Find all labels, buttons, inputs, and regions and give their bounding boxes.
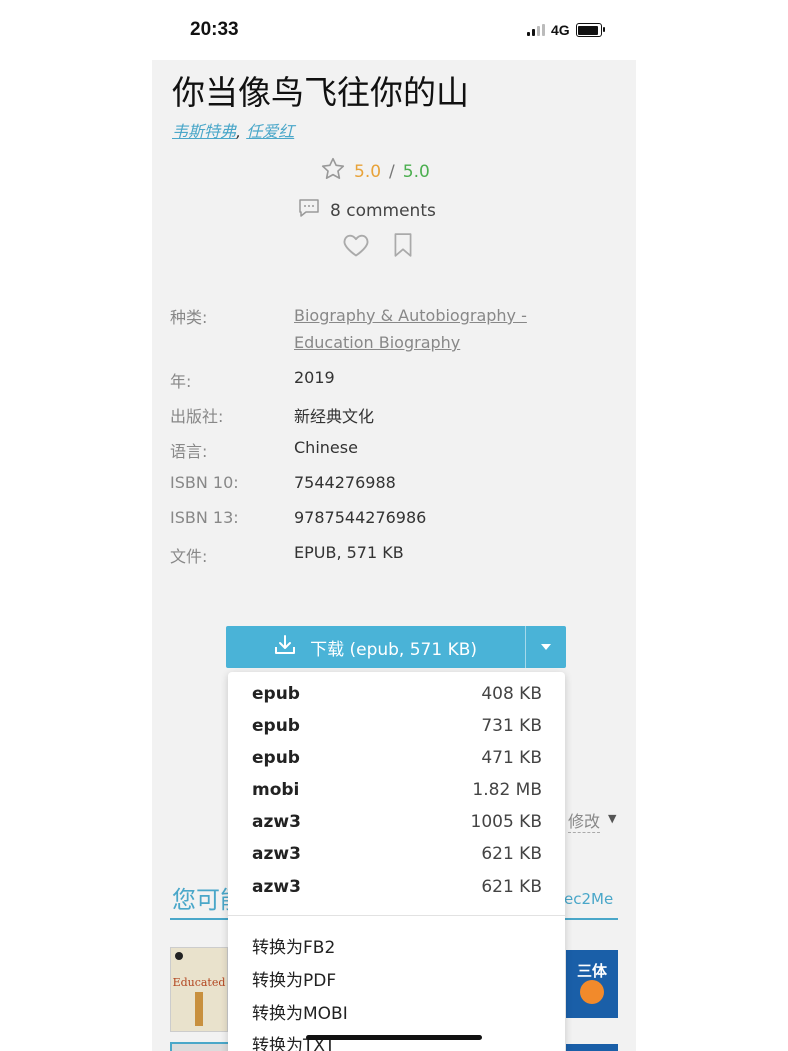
caret-down-icon (541, 644, 552, 650)
format-option[interactable]: mobi 1.82 MB (252, 780, 542, 810)
category-line-2: Education Biography (294, 333, 461, 352)
menu-divider (228, 915, 565, 916)
convert-fb2-option[interactable]: 转换为FB2 (252, 933, 335, 958)
rating-max: 5.0 (402, 161, 430, 182)
format-option[interactable]: epub 731 KB (252, 716, 542, 746)
book-cover-santi[interactable]: 三体 (566, 950, 618, 1018)
battery-icon (575, 23, 605, 37)
rating-score: 5.0 (354, 161, 382, 182)
format-option[interactable]: azw3 1005 KB (252, 812, 542, 842)
cover-title: 三体 (576, 962, 607, 980)
format-size: 731 KB (481, 716, 542, 736)
format-size: 408 KB (481, 684, 542, 704)
format-option[interactable]: epub 471 KB (252, 748, 542, 778)
status-time: 20:33 (190, 19, 239, 40)
detail-value: EPUB, 571 KB (294, 543, 404, 562)
detail-label: 出版社: (170, 407, 224, 426)
detail-label: ISBN 10: (170, 473, 239, 492)
download-dropdown-toggle[interactable] (525, 626, 566, 668)
caret-down-icon[interactable]: ▼ (608, 812, 616, 825)
convert-mobi-option[interactable]: 转换为MOBI (252, 999, 348, 1024)
author-separator: , (236, 122, 247, 141)
format-name: epub (252, 684, 300, 704)
send-to-kindle-link[interactable]: ec2Me (564, 890, 613, 908)
book-actions (342, 232, 414, 262)
detail-label: 年: (170, 372, 192, 391)
format-name: mobi (252, 780, 300, 800)
book-page: 你当像鸟飞往你的山 韦斯特弗, 任爱红 5.0 / 5.0 8 comments… (152, 60, 636, 1051)
edit-link[interactable]: 修改 (568, 808, 601, 833)
cover-art (580, 980, 604, 1004)
status-icons: 4G (527, 22, 605, 38)
book-cover-educated[interactable]: Educated (170, 947, 228, 1032)
format-name: azw3 (252, 844, 301, 864)
detail-value: 7544276988 (294, 473, 396, 492)
detail-label: 语言: (170, 442, 208, 461)
author-link-2[interactable]: 任爱红 (246, 122, 294, 141)
format-option[interactable]: azw3 621 KB (252, 877, 542, 907)
convert-txt-option[interactable]: 转换为TXT (252, 1031, 335, 1051)
comments-link[interactable]: 8 comments (298, 198, 436, 223)
status-bar: 20:33 4G (0, 0, 788, 60)
format-option[interactable]: epub 408 KB (252, 684, 542, 714)
heart-icon[interactable] (342, 232, 370, 262)
format-size: 1005 KB (470, 812, 542, 832)
download-format-menu: epub 408 KB epub 731 KB epub 471 KB mobi… (228, 672, 565, 1051)
bookmark-icon[interactable] (392, 232, 414, 262)
detail-label: 种类: (170, 308, 208, 327)
detail-value: Chinese (294, 438, 358, 457)
format-name: azw3 (252, 812, 301, 832)
book-cover[interactable] (566, 1044, 618, 1051)
cover-badge (175, 952, 183, 960)
star-icon[interactable] (320, 156, 346, 187)
comments-count: 8 comments (330, 200, 436, 221)
download-label: 下载 (epub, 571 KB) (310, 639, 478, 660)
format-name: azw3 (252, 877, 301, 897)
category-link[interactable]: Biography & Autobiography - Education Bi… (294, 302, 527, 356)
format-size: 1.82 MB (472, 780, 542, 800)
detail-label: 文件: (170, 547, 208, 566)
rating-separator: / (389, 161, 395, 182)
download-icon (274, 634, 296, 660)
download-main[interactable]: 下载 (epub, 571 KB) (226, 634, 525, 660)
detail-value: 新经典文化 (294, 407, 375, 426)
category-line-1: Biography & Autobiography - (294, 306, 527, 325)
book-authors: 韦斯特弗, 任爱红 (172, 118, 294, 142)
download-button[interactable]: 下载 (epub, 571 KB) (226, 626, 566, 668)
convert-pdf-option[interactable]: 转换为PDF (252, 966, 336, 991)
rating: 5.0 / 5.0 (320, 156, 430, 187)
cover-title: Educated (172, 976, 226, 989)
signal-icon (527, 24, 545, 36)
format-option[interactable]: azw3 621 KB (252, 844, 542, 874)
detail-label: ISBN 13: (170, 508, 239, 527)
format-size: 621 KB (481, 844, 542, 864)
cover-art (195, 992, 203, 1026)
book-cover[interactable] (170, 1042, 230, 1051)
format-name: epub (252, 748, 300, 768)
comment-icon (298, 198, 320, 223)
format-size: 621 KB (481, 877, 542, 897)
format-size: 471 KB (481, 748, 542, 768)
author-link-1[interactable]: 韦斯特弗 (172, 122, 236, 141)
home-indicator[interactable] (306, 1035, 482, 1040)
network-type: 4G (551, 22, 570, 38)
book-title: 你当像鸟飞往你的山 (172, 73, 469, 112)
format-name: epub (252, 716, 300, 736)
detail-value: 2019 (294, 368, 335, 387)
detail-value: 9787544276986 (294, 508, 427, 527)
